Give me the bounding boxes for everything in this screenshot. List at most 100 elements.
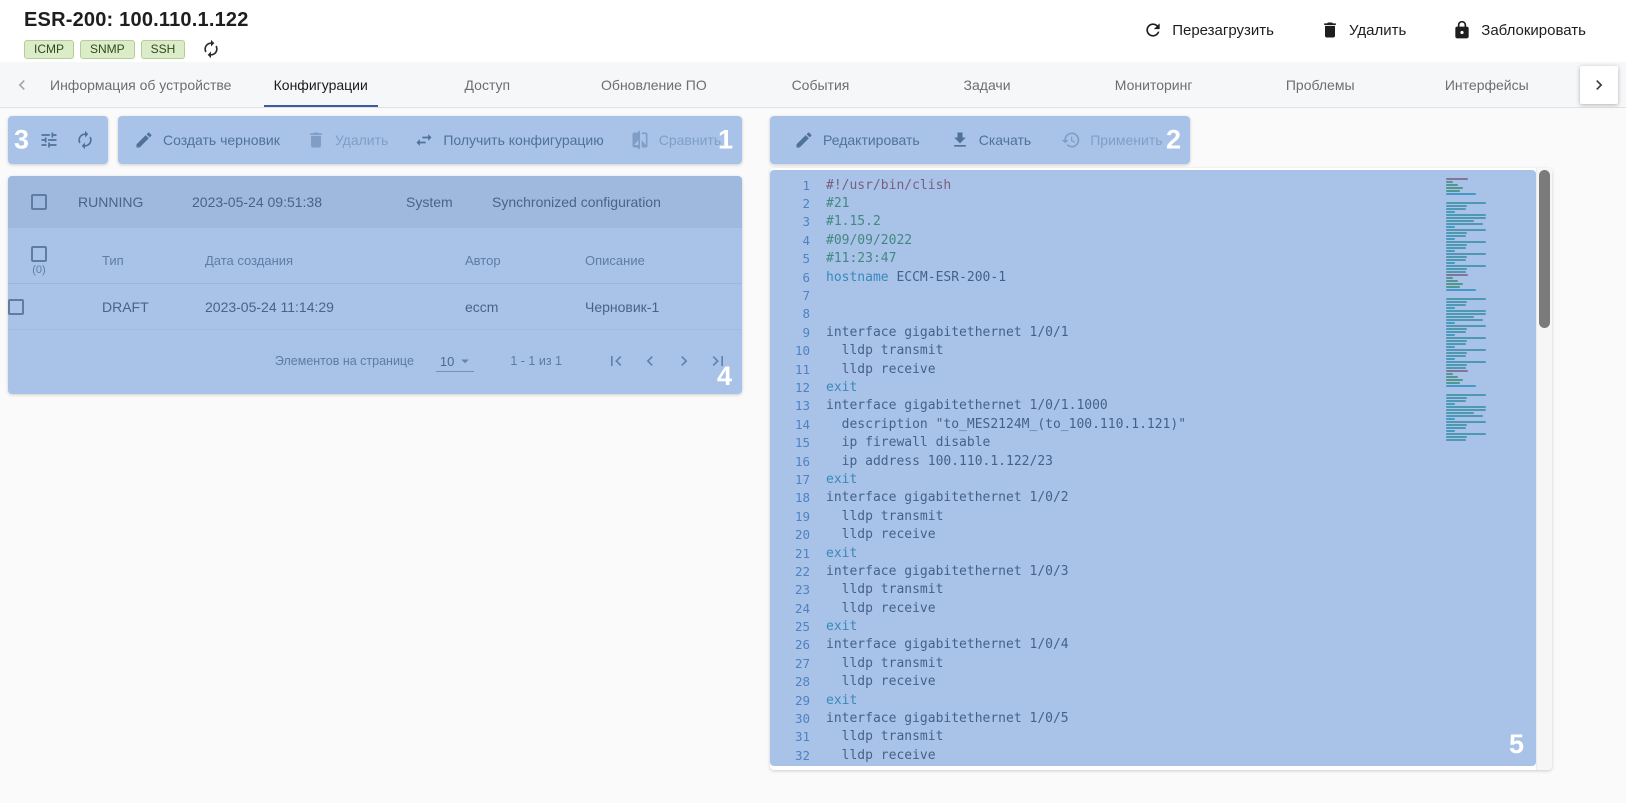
code-line: 19 lldp transmit [780,507,1552,525]
code-line: 20 lldp receive [780,525,1552,543]
minimap-mark [1446,259,1466,261]
line-number: 18 [780,490,810,505]
minimap-mark [1446,346,1455,348]
minimap-mark [1446,313,1486,315]
config-viewer-card[interactable]: 1#!/usr/bin/clish2#213#1.15.24#09/09/202… [770,168,1552,770]
delete-config-button[interactable]: Удалить [306,130,388,150]
minimap-mark [1446,316,1474,318]
restart-icon [1143,20,1163,40]
column-header[interactable]: Автор [450,253,570,268]
minimap-mark [1446,409,1486,411]
status-badges: ICMPSNMPSSH [24,40,185,59]
last-page-button[interactable] [708,351,728,371]
tab-label: Задачи [958,62,1017,107]
tab-monitoring[interactable]: Мониторинг [1070,62,1237,107]
config-row[interactable]: DRAFT 2023-05-24 11:14:29 eccm Черновик-… [8,284,742,330]
tab-firmware-update[interactable]: Обновление ПО [571,62,738,107]
pencil-icon [794,130,814,150]
code-line: 11 lldp receive [780,360,1552,378]
trash-icon [1320,20,1340,40]
minimap-mark [1446,217,1486,219]
download-icon [950,130,970,150]
minimap-mark [1446,436,1467,438]
refresh-list-icon[interactable] [75,130,95,150]
line-number: 24 [780,601,810,616]
code-line: 32 lldp receive [780,746,1552,764]
line-number: 29 [780,693,810,708]
code-line: 21exit [780,544,1552,562]
line-number: 1 [780,178,810,193]
tab-device-info[interactable]: Информация об устройстве [44,62,237,107]
config-type: DRAFT [70,299,190,315]
edit-button[interactable]: Редактировать [794,130,920,150]
swap-arrows-icon [414,130,434,150]
running-config-row[interactable]: RUNNING 2023-05-24 09:51:38 System Synch… [8,176,742,228]
minimap[interactable] [1446,178,1490,442]
code-line: 22interface gigabitethernet 1/0/3 [780,562,1552,580]
filter-icon[interactable] [39,130,59,150]
tab-events[interactable]: События [737,62,904,107]
download-button[interactable]: Скачать [950,130,1032,150]
column-header[interactable]: Описание [570,253,742,268]
minimap-mark [1446,220,1474,222]
page-size-value: 10 [440,354,454,369]
column-header[interactable]: Дата создания [190,253,450,268]
tabs-scroll-right-button[interactable] [1580,66,1618,104]
minimap-mark [1446,211,1455,213]
scrollbar-thumb[interactable] [1539,170,1550,328]
sync-status-icon[interactable] [201,39,221,59]
minimap-mark [1446,187,1463,189]
chevron-left-icon [640,351,660,371]
delete-device-button[interactable]: Удалить [1320,20,1406,40]
minimap-mark [1446,376,1458,378]
reboot-button[interactable]: Перезагрузить [1143,20,1274,40]
minimap-mark [1446,235,1466,237]
minimap-mark [1446,430,1455,432]
prev-page-button[interactable] [640,351,660,371]
minimap-mark [1446,367,1466,369]
button-label: Редактировать [823,132,920,148]
code-line: 23 lldp transmit [780,581,1552,599]
first-page-icon [606,351,626,371]
code-line: 14 description "to_MES2124M_(to_100.110.… [780,415,1552,433]
row-checkbox[interactable] [31,194,47,210]
first-page-button[interactable] [606,351,626,371]
tab-tasks[interactable]: Задачи [904,62,1071,107]
tabs-scroll-left-button[interactable] [0,62,44,107]
tab-label: Доступ [459,62,517,107]
next-page-button[interactable] [674,351,694,371]
tab-access[interactable]: Доступ [404,62,571,107]
compare-button[interactable]: Сравнить [630,130,721,150]
code-line: 13interface gigabitethernet 1/0/1.1000 [780,397,1552,415]
app-header: ESR-200: 100.110.1.122 ICMPSNMPSSH Перез… [0,0,1626,62]
code-scrollbar[interactable] [1536,168,1552,770]
line-number: 16 [780,454,810,469]
restore-icon [1061,130,1081,150]
tab-configurations[interactable]: Конфигурации [237,62,404,107]
code-line: 10 lldp transmit [780,342,1552,360]
minimap-mark [1446,223,1483,225]
minimap-mark [1446,334,1455,336]
minimap-mark [1446,418,1455,420]
minimap-mark [1446,178,1468,180]
minimap-mark [1446,328,1467,330]
lock-device-button[interactable]: Заблокировать [1452,20,1586,40]
config-created: 2023-05-24 09:51:38 [182,194,404,210]
row-checkbox[interactable] [8,299,24,315]
create-draft-button[interactable]: Создать черновик [134,130,280,150]
minimap-mark [1446,226,1455,228]
tab-interfaces[interactable]: Интерфейсы [1403,62,1570,107]
config-author: eccm [450,299,570,315]
tab-problems[interactable]: Проблемы [1237,62,1404,107]
page-size-select[interactable]: 10 [436,350,474,372]
select-all-checkbox[interactable] [31,246,47,262]
minimap-mark [1446,247,1466,249]
line-number: 30 [780,711,810,726]
apply-button[interactable]: Применить [1061,130,1162,150]
code-line: 25exit [780,617,1552,635]
line-number: 2 [780,196,810,211]
fetch-config-button[interactable]: Получить конфигурацию [414,130,603,150]
minimap-mark [1446,202,1486,204]
line-number: 21 [780,546,810,561]
column-header[interactable]: Тип [70,253,190,268]
